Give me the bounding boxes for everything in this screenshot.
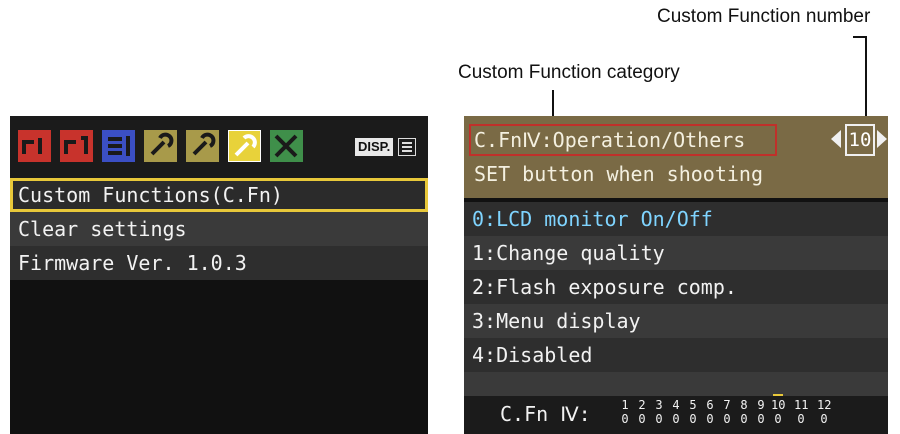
previous-function-arrow-icon[interactable]	[831, 130, 841, 148]
shooting-2-icon	[60, 130, 93, 162]
setting-value: 0	[820, 412, 828, 426]
setting-5: 50	[686, 398, 700, 426]
menu-tab-bar: DISP.	[10, 116, 428, 178]
display-info-icon	[398, 138, 416, 156]
setting-number: 6	[706, 398, 714, 412]
custom-function-icon	[227, 129, 262, 163]
setting-value: 0	[655, 412, 663, 426]
setting-1: 10	[618, 398, 632, 426]
function-header: C.FnⅣ:Operation/Others 10 SET button whe…	[464, 116, 888, 198]
menu-item-custom-functions[interactable]: Custom Functions(C.Fn)	[10, 178, 428, 212]
setting-number: 4	[672, 398, 680, 412]
setting-value: 0	[757, 412, 765, 426]
setting-number: 5	[689, 398, 697, 412]
custom-function-number-callout: Custom Function number	[657, 6, 871, 27]
setting-7: 70	[720, 398, 734, 426]
setting-value: 0	[740, 412, 748, 426]
setup-1-tab[interactable]	[144, 130, 177, 162]
setting-number: 11	[794, 398, 809, 412]
option-2[interactable]: 2:Flash exposure comp.	[464, 270, 888, 304]
custom-function-category-callout: Custom Function category	[458, 62, 680, 83]
setting-value: 0	[723, 412, 731, 426]
shooting-1-icon	[18, 130, 51, 162]
my-menu-icon	[270, 130, 303, 162]
custom-function-tab[interactable]	[227, 129, 262, 163]
setting-value: 0	[689, 412, 697, 426]
next-function-arrow-icon[interactable]	[877, 130, 887, 148]
menu-item-firmware[interactable]: Firmware Ver. 1.0.3	[10, 246, 428, 280]
option-label: 2:Flash exposure comp.	[472, 275, 737, 299]
playback-tab[interactable]	[102, 130, 135, 162]
setting-number: 1	[621, 398, 629, 412]
number-leader-line	[865, 36, 867, 128]
setting-number: 10	[771, 398, 786, 412]
option-label: 0:LCD monitor On/Off	[472, 207, 713, 231]
category-highlight-box	[469, 124, 777, 156]
setting-value: 0	[621, 412, 629, 426]
setting-3: 30	[652, 398, 666, 426]
camera-menu-screen: DISP. Custom Functions(C.Fn) Clear setti…	[10, 116, 428, 434]
playback-icon	[102, 130, 135, 162]
current-setting-marker	[773, 394, 783, 396]
setting-number: 9	[757, 398, 765, 412]
menu-item-label: Firmware Ver. 1.0.3	[18, 251, 247, 275]
option-spacer-row	[464, 372, 888, 396]
menu-item-label: Clear settings	[18, 217, 187, 241]
setup-1-icon	[144, 130, 177, 162]
setting-8: 80	[737, 398, 751, 426]
setting-2: 20	[635, 398, 649, 426]
setting-number: 2	[638, 398, 646, 412]
setting-6: 60	[703, 398, 717, 426]
number-leader-tick	[853, 36, 867, 38]
setting-number: 3	[655, 398, 663, 412]
option-4[interactable]: 4:Disabled	[464, 338, 888, 372]
setting-value: 0	[672, 412, 680, 426]
setting-11: 11 0	[794, 398, 808, 426]
custom-function-screen: C.FnⅣ:Operation/Others 10 SET button whe…	[464, 116, 888, 434]
my-menu-tab[interactable]	[270, 130, 303, 162]
setting-number: 12	[817, 398, 832, 412]
option-label: 1:Change quality	[472, 241, 665, 265]
setup-2-tab[interactable]	[186, 130, 219, 162]
shooting-2-tab[interactable]	[60, 130, 93, 162]
setting-number: 7	[723, 398, 731, 412]
setting-value: 0	[774, 412, 782, 426]
function-number: 10	[845, 124, 875, 156]
setting-12: 12 0	[817, 398, 831, 426]
function-name: SET button when shooting	[474, 162, 763, 186]
option-0[interactable]: 0:LCD monitor On/Off	[464, 202, 888, 236]
setting-number: 8	[740, 398, 748, 412]
settings-summary-bar: C.Fn Ⅳ: 1 0 2 0 3 0 4 0 5 0 6 0 7 0 8 0 9 0 10 0 11 0 12 0	[464, 394, 888, 434]
option-label: 3:Menu display	[472, 309, 641, 333]
shooting-1-tab[interactable]	[18, 130, 51, 162]
menu-item-label: Custom Functions(C.Fn)	[18, 183, 283, 207]
setup-2-icon	[186, 130, 219, 162]
setting-value: 0	[797, 412, 805, 426]
setting-4: 40	[669, 398, 683, 426]
settings-summary-label: C.Fn Ⅳ:	[500, 402, 591, 426]
setting-10: 10 0	[771, 394, 786, 426]
option-1[interactable]: 1:Change quality	[464, 236, 888, 270]
setting-9: 90	[754, 398, 768, 426]
menu-item-clear-settings[interactable]: Clear settings	[10, 212, 428, 246]
option-label: 4:Disabled	[472, 343, 593, 367]
option-3[interactable]: 3:Menu display	[464, 304, 888, 338]
disp-button-label: DISP.	[355, 138, 394, 156]
setting-value: 0	[706, 412, 714, 426]
setting-value: 0	[638, 412, 646, 426]
